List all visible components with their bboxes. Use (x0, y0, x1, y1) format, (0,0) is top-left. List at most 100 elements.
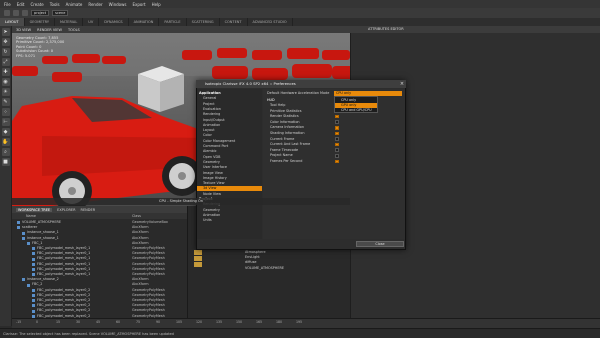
hand-tool-icon[interactable]: ✋ (1, 138, 10, 146)
nav-item-open-vdb[interactable]: Open VDB (197, 155, 262, 160)
item-type-icon (32, 257, 35, 261)
timeline-tick: -15 (16, 320, 22, 324)
scale-tool-icon[interactable]: ⤢ (1, 58, 10, 66)
timeline-tick: 120 (196, 320, 203, 324)
save-icon[interactable] (22, 10, 28, 16)
viewport-tab-tools[interactable]: TOOLS (68, 28, 80, 32)
measure-tool-icon[interactable]: ⊢ (1, 118, 10, 126)
camera-tool-icon[interactable]: ◉ (1, 78, 10, 86)
nav-item-3d-view[interactable]: 3d View (197, 186, 262, 191)
nav-item-alembic[interactable]: Alembic (197, 149, 262, 154)
tab-scattering[interactable]: SCATTERING (187, 18, 220, 26)
timeline[interactable]: -15 0 15 30 45 60 75 90 105 120 135 150 165 180 195 (12, 318, 600, 328)
menu-item-render[interactable]: Render (88, 2, 102, 7)
item-type-icon (32, 273, 35, 277)
column-class[interactable]: Class (132, 213, 141, 219)
tab-render[interactable]: RENDER (81, 208, 96, 212)
menu-item-animate[interactable]: Animate (66, 2, 83, 7)
pref-checkbox[interactable] (335, 114, 339, 119)
nav-item-animation[interactable]: Animation (197, 213, 262, 218)
menu-item-tools[interactable]: Tools (50, 2, 60, 7)
nav-item-input/output[interactable]: Input/Output (197, 118, 262, 123)
tab-uv[interactable]: UV (83, 18, 100, 26)
nav-item-color[interactable]: Color (197, 133, 262, 138)
menu-item-edit[interactable]: Edit (17, 2, 25, 7)
snap-tool-icon[interactable]: ◆ (1, 128, 10, 136)
column-name[interactable]: Name (26, 213, 36, 219)
nav-item-animation[interactable]: Animation (197, 123, 262, 128)
tab-animation[interactable]: ANIMATION (129, 18, 160, 26)
dropdown-option[interactable]: CPU and GPU/CPU (335, 108, 377, 113)
pref-checkbox[interactable] (335, 125, 339, 130)
close-button[interactable]: Close (356, 241, 404, 247)
tab-workspace-tree[interactable]: WORKSPACE TREE (16, 207, 53, 212)
pref-checkbox[interactable] (335, 142, 339, 147)
nav-item-node-view[interactable]: Node View (197, 192, 262, 197)
pref-label: Current Frame (270, 136, 295, 141)
dropdown-option[interactable]: GPU only (335, 102, 377, 108)
tab-explorer[interactable]: EXPLORER (57, 208, 75, 212)
tab-material[interactable]: MATERIAL (55, 18, 84, 26)
tab-layout[interactable]: LAYOUT (0, 18, 25, 26)
pref-checkbox[interactable] (335, 120, 339, 124)
tool-bar: ➤ ✥ ↻ ⤢ ✚ ◉ ☀ ✎ ⁘ ⊢ ◆ ✋ ⌕ ■ (0, 26, 12, 326)
menu-item-help[interactable]: Help (152, 2, 161, 7)
scatter-tool-icon[interactable]: ⁘ (1, 108, 10, 116)
menu-item-export[interactable]: Export (132, 2, 145, 7)
nav-item-evaluation[interactable]: Evaluation (197, 107, 262, 112)
light-tool-icon[interactable]: ☀ (1, 88, 10, 96)
nav-item-user-interface[interactable]: User Interface (197, 165, 262, 170)
browser-item[interactable]: VOLUME_ATMOSPHERE (245, 266, 284, 270)
scene-field[interactable]: scene (52, 10, 69, 16)
attributes-panel-header[interactable]: ATTRIBUTES EDITOR (350, 26, 600, 33)
nav-category[interactable]: Application (197, 91, 262, 96)
browser-item[interactable]: EnvLight (245, 255, 260, 259)
pref-checkbox[interactable] (335, 148, 339, 152)
paint-tool-icon[interactable]: ✎ (1, 98, 10, 106)
close-icon[interactable]: × (398, 80, 406, 88)
tab-particle[interactable]: PARTICLE (159, 18, 187, 26)
item-type-icon (27, 283, 30, 287)
viewport-tab-render[interactable]: RENDER VIEW (37, 28, 62, 32)
pref-checkbox[interactable] (335, 159, 339, 164)
color-swatch-icon[interactable]: ■ (1, 158, 10, 166)
zoom-tool-icon[interactable]: ⌕ (1, 148, 10, 156)
project-field[interactable]: project (31, 10, 50, 16)
nav-item-layout[interactable]: Layout (197, 128, 262, 133)
nav-item-geometry[interactable]: Geometry (197, 160, 262, 165)
nav-item-texture-view[interactable]: Texture View (197, 181, 262, 186)
browser-item[interactable]: Atmosphere (245, 250, 266, 254)
viewport-tab-3d[interactable]: 3D VIEW (16, 28, 31, 32)
select-tool-icon[interactable]: ➤ (1, 28, 10, 36)
dropdown-option[interactable]: CPU only (335, 98, 377, 103)
nav-item-image-history[interactable]: Image History (197, 176, 262, 181)
outliner-tabs: WORKSPACE TREE EXPLORER RENDER (12, 206, 187, 213)
nav-item-general[interactable]: General (197, 96, 262, 101)
pref-row: Shading Information (263, 131, 405, 136)
item-type-icon (32, 304, 35, 308)
new-icon[interactable] (4, 10, 10, 16)
browser-item[interactable]: diffuse (245, 260, 256, 264)
nav-item-rendering[interactable]: Rendering (197, 112, 262, 117)
pref-checkbox[interactable] (335, 131, 339, 136)
tab-geometry[interactable]: GEOMETRY (25, 18, 55, 26)
rotate-tool-icon[interactable]: ↻ (1, 48, 10, 56)
menu-item-create[interactable]: Create (30, 2, 43, 7)
nav-item-command-port[interactable]: Command Port (197, 144, 262, 149)
transform-tool-icon[interactable]: ✚ (1, 68, 10, 76)
open-icon[interactable] (13, 10, 19, 16)
move-tool-icon[interactable]: ✥ (1, 38, 10, 46)
nav-item-geometry[interactable]: Geometry (197, 208, 262, 213)
nav-item-units[interactable]: Units (197, 218, 262, 223)
menu-item-windows[interactable]: Windows (109, 2, 127, 7)
nav-item-image-view[interactable]: Image View (197, 171, 262, 176)
tab-content[interactable]: CONTENT (220, 18, 248, 26)
pref-checkbox[interactable] (335, 153, 339, 158)
pref-checkbox[interactable] (335, 137, 339, 141)
tab-advanced-studio[interactable]: ADVANCED STUDIO (248, 18, 293, 26)
item-type-icon (32, 309, 35, 313)
tab-dynamics[interactable]: DYNAMICS (99, 18, 129, 26)
nav-item-color-management[interactable]: Color Management (197, 139, 262, 144)
menu-item-file[interactable]: File (4, 2, 11, 7)
nav-item-project[interactable]: Project (197, 102, 262, 107)
